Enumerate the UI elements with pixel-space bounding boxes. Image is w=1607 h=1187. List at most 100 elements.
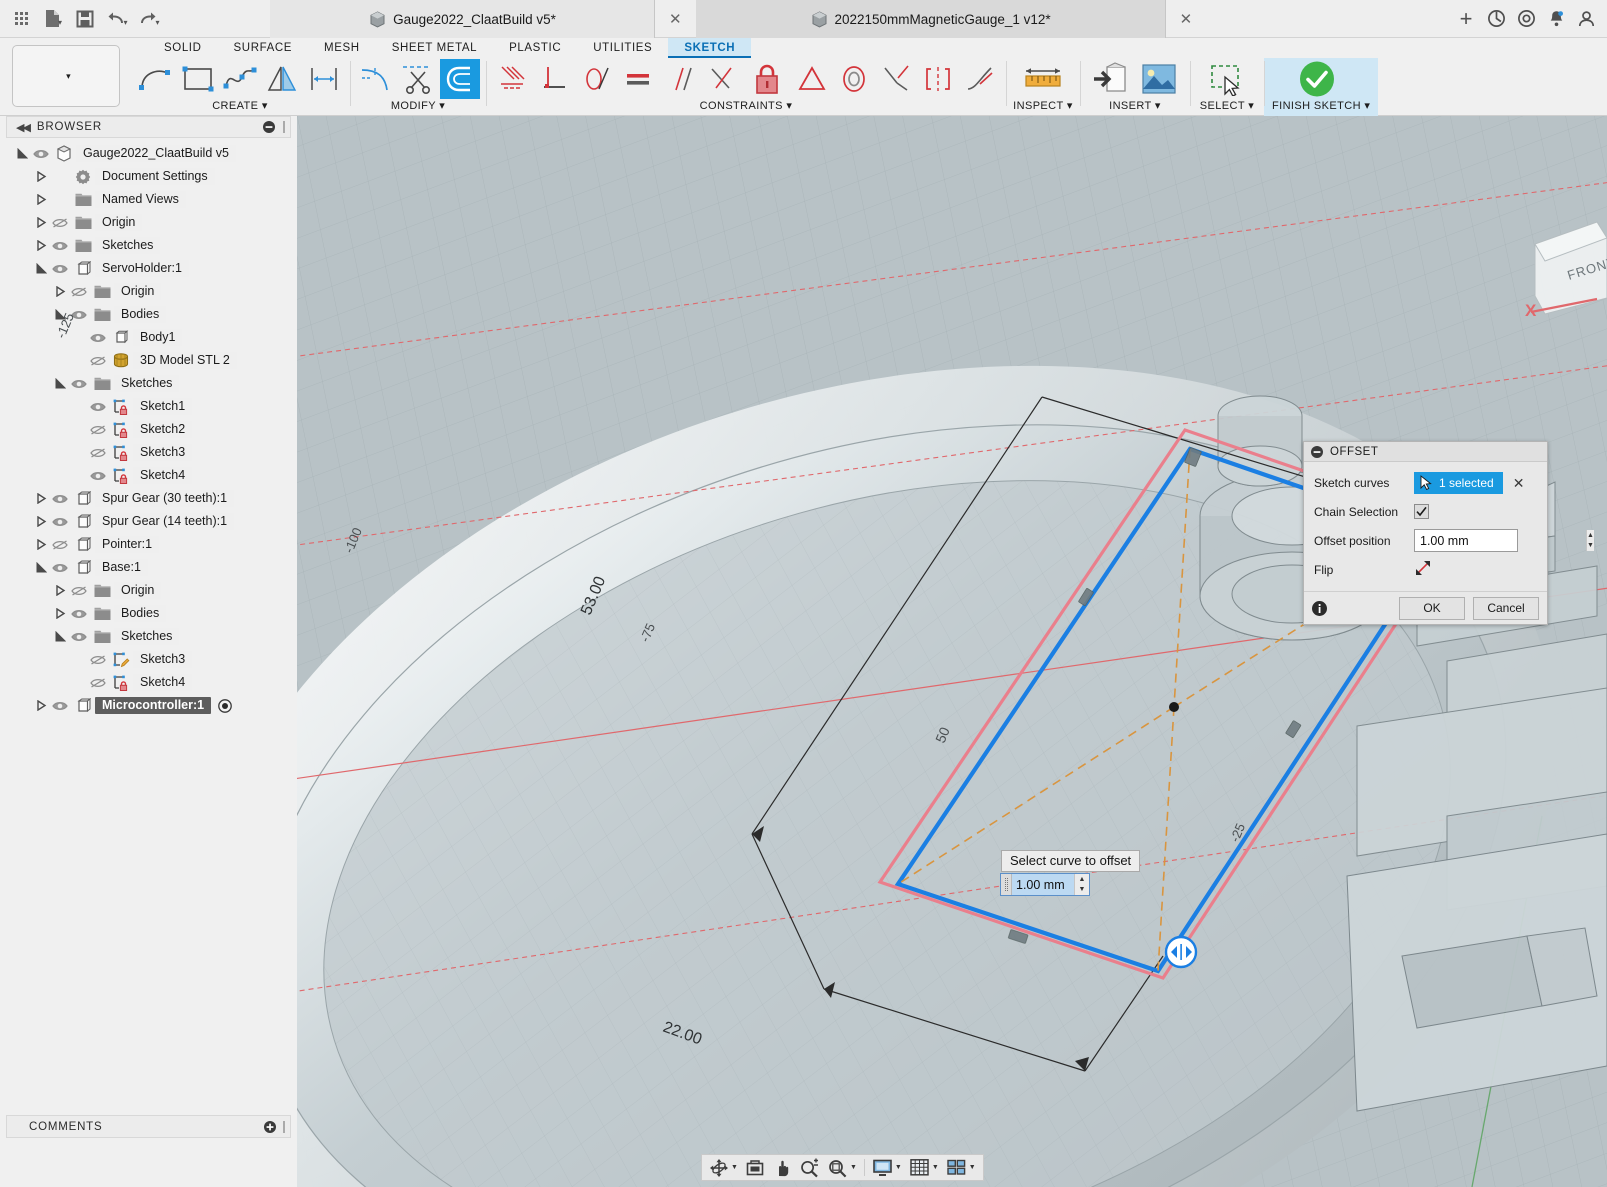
visibility-toggle-on[interactable] — [49, 510, 71, 533]
comments-bar[interactable]: COMMENTS — [6, 1115, 291, 1138]
tool-concentric[interactable] — [834, 59, 874, 99]
stepper-up-icon[interactable]: ▲ — [1075, 874, 1089, 885]
tree-node[interactable]: Sketches — [0, 234, 297, 257]
tree-collapse-toggle[interactable] — [33, 257, 49, 280]
document-tab-secondary[interactable]: 2022150mmMagneticGauge_1 v12* — [695, 0, 1166, 38]
tree-node[interactable]: Sketch4 — [0, 671, 297, 694]
visibility-toggle-on[interactable] — [49, 234, 71, 257]
fit-button[interactable]: ▼ — [824, 1156, 860, 1179]
tree-expand-toggle[interactable] — [33, 234, 49, 257]
chevron-down-icon[interactable]: ▼ — [895, 1164, 902, 1171]
visibility-toggle-off[interactable] — [49, 211, 71, 234]
orbit-button[interactable]: ▼ — [706, 1156, 741, 1179]
visibility-toggle-on[interactable] — [49, 556, 71, 579]
browser-tree[interactable]: Gauge2022_ClaatBuild v5 Document Settings… — [0, 142, 297, 717]
visibility-toggle-on[interactable] — [68, 602, 90, 625]
visibility-toggle-off[interactable] — [49, 533, 71, 556]
undo-button[interactable]: ▾ — [102, 4, 132, 34]
tree-collapse-toggle[interactable] — [52, 625, 68, 648]
tree-node[interactable]: Document Settings — [0, 165, 297, 188]
tree-node[interactable]: Pointer:1 — [0, 533, 297, 556]
save-button[interactable] — [70, 4, 100, 34]
tool-fix-lock[interactable] — [744, 59, 790, 99]
visibility-toggle-off[interactable] — [68, 579, 90, 602]
tool-finish-sketch[interactable] — [1294, 59, 1340, 99]
tool-insert-derive[interactable] — [1088, 59, 1134, 99]
chevron-down-icon[interactable]: ▼ — [731, 1164, 738, 1171]
tool-sketch-dimension[interactable] — [304, 59, 344, 99]
activate-component-radio[interactable] — [218, 698, 232, 713]
tree-collapse-toggle[interactable] — [52, 372, 68, 395]
tree-expand-toggle[interactable] — [52, 280, 68, 303]
display-settings-button[interactable]: ▼ — [869, 1156, 905, 1179]
flip-button[interactable] — [1414, 559, 1432, 580]
tree-expand-toggle[interactable] — [33, 211, 49, 234]
tree-expand-toggle[interactable] — [33, 188, 49, 211]
ribbon-tab-utilities[interactable]: UTILITIES — [577, 38, 668, 58]
add-tab-button[interactable]: + — [1453, 6, 1479, 32]
tool-measure[interactable] — [1020, 59, 1066, 99]
ok-button[interactable]: OK — [1399, 596, 1465, 620]
visibility-toggle-on[interactable] — [68, 625, 90, 648]
tool-parallel[interactable] — [660, 59, 700, 99]
account-icon[interactable] — [1573, 6, 1599, 32]
visibility-toggle-on[interactable] — [68, 372, 90, 395]
tree-node[interactable]: Sketch1 — [0, 395, 297, 418]
offset-position-input[interactable] — [1415, 530, 1586, 551]
value-input-drag-handle[interactable] — [1001, 874, 1012, 895]
tree-node[interactable]: Gauge2022_ClaatBuild v5 — [0, 142, 297, 165]
tool-mirror[interactable] — [262, 59, 302, 99]
tree-node[interactable]: 3D Model STL 2 — [0, 349, 297, 372]
tool-midpoint[interactable] — [792, 59, 832, 99]
chain-selection-checkbox[interactable] — [1414, 504, 1429, 519]
tree-node[interactable]: Named Views — [0, 188, 297, 211]
browser-minimize-icon[interactable] — [263, 121, 275, 133]
tree-node[interactable]: Origin — [0, 280, 297, 303]
visibility-toggle-off[interactable] — [87, 671, 109, 694]
tool-trim-scissors[interactable] — [398, 59, 438, 99]
tree-expand-toggle[interactable] — [52, 602, 68, 625]
visibility-toggle-on[interactable] — [30, 142, 52, 165]
tree-node[interactable]: Sketch3 — [0, 441, 297, 464]
tool-curvature[interactable] — [960, 59, 1000, 99]
viewport-canvas[interactable]: FRONT X 53.00 22.00 50 -100 -75 -25 — [297, 116, 1607, 1187]
visibility-toggle-off[interactable] — [87, 349, 109, 372]
document-tab-active[interactable]: Gauge2022_ClaatBuild v5* — [270, 0, 655, 38]
cancel-button[interactable]: Cancel — [1473, 596, 1539, 620]
tree-node[interactable]: Origin — [0, 211, 297, 234]
tool-rectangle[interactable] — [178, 59, 218, 99]
new-file-button[interactable]: ▾ — [38, 4, 68, 34]
collapse-left-icon[interactable]: ◀◀ — [7, 121, 37, 134]
stepper-up-icon[interactable]: ▲ — [1587, 530, 1594, 541]
tree-node[interactable]: Bodies — [0, 303, 297, 326]
chevron-down-icon[interactable]: ▼ — [850, 1164, 857, 1171]
tree-node[interactable]: Body1 — [0, 326, 297, 349]
tool-offset[interactable] — [440, 59, 480, 99]
tree-expand-toggle[interactable] — [52, 579, 68, 602]
dialog-collapse-icon[interactable] — [1311, 445, 1323, 458]
tool-symmetry[interactable] — [918, 59, 958, 99]
tree-expand-toggle[interactable] — [33, 487, 49, 510]
comments-resize-grip[interactable] — [283, 1120, 285, 1133]
tool-equal[interactable] — [618, 59, 658, 99]
sketch-curves-selection-chip[interactable]: 1 selected — [1414, 471, 1503, 494]
tool-insert-canvas-image[interactable] — [1136, 59, 1182, 99]
tree-node[interactable]: Sketches — [0, 625, 297, 648]
notifications-icon[interactable] — [1543, 6, 1569, 32]
tree-node[interactable]: Origin — [0, 579, 297, 602]
tree-node[interactable]: Microcontroller:1 — [0, 694, 297, 717]
chevron-down-icon[interactable]: ▼ — [932, 1164, 939, 1171]
job-status-icon[interactable] — [1483, 6, 1509, 32]
tree-node[interactable]: Sketch2 — [0, 418, 297, 441]
visibility-toggle-off[interactable] — [87, 441, 109, 464]
tree-expand-toggle[interactable] — [33, 510, 49, 533]
offset-position-stepper[interactable]: ▲ ▼ — [1586, 530, 1594, 551]
visibility-toggle-on[interactable] — [87, 326, 109, 349]
tree-node[interactable]: Spur Gear (30 teeth):1 — [0, 487, 297, 510]
visibility-toggle-on[interactable] — [87, 464, 109, 487]
visibility-toggle-on[interactable] — [49, 487, 71, 510]
visibility-toggle-on[interactable] — [49, 257, 71, 280]
tool-fillet[interactable] — [356, 59, 396, 99]
tool-select-window[interactable] — [1204, 59, 1250, 99]
visibility-toggle-on[interactable] — [49, 694, 71, 717]
